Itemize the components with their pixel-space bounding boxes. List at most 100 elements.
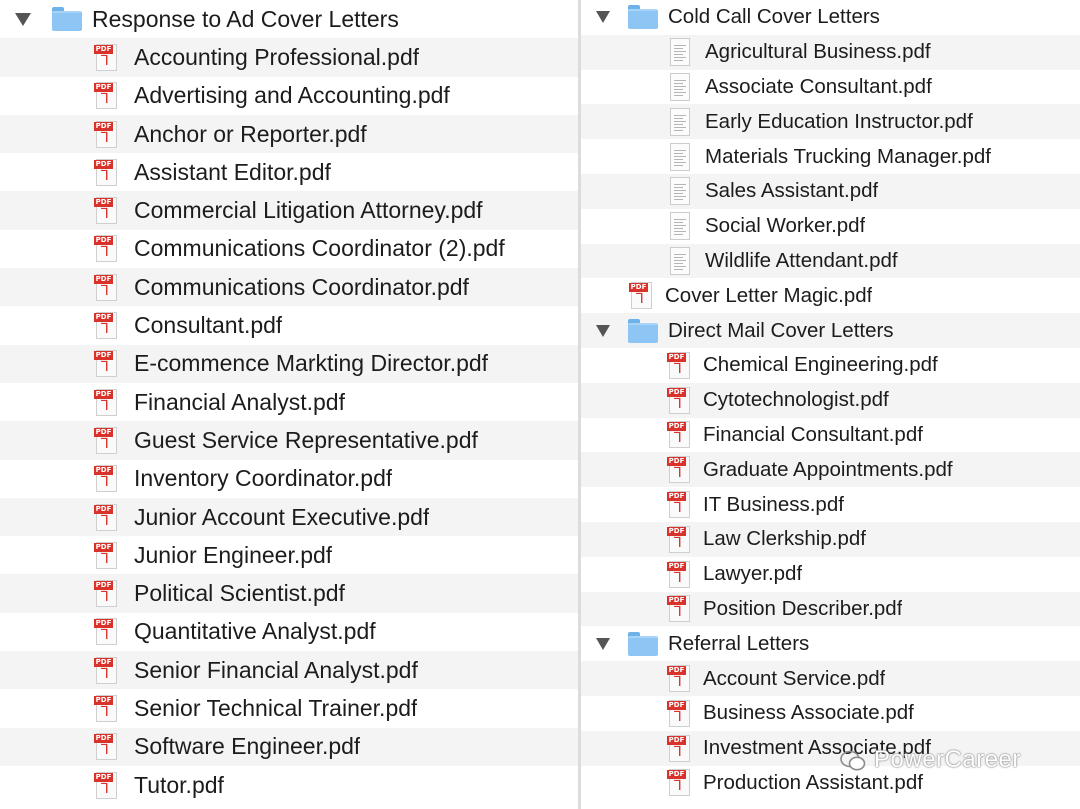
document-file-icon: [669, 38, 691, 67]
document-file-icon: [669, 107, 691, 136]
file-row[interactable]: PDF ⅂ Communications Coordinator.pdf: [0, 268, 578, 307]
file-label: Junior Engineer.pdf: [134, 541, 333, 568]
file-label: Financial Consultant.pdf: [703, 422, 923, 446]
file-row[interactable]: PDF ⅂ Senior Financial Analyst.pdf: [0, 651, 578, 690]
file-label: Guest Service Representative.pdf: [134, 426, 478, 453]
pdf-file-icon: PDF ⅂: [667, 734, 691, 763]
folder-icon: [628, 5, 658, 30]
file-row[interactable]: Social Worker.pdf: [581, 209, 1080, 244]
left-file-rows: PDF ⅂ Accounting Professional.pdf PDF ⅂ Adver…: [0, 38, 578, 804]
file-label: Quantitative Analyst.pdf: [134, 618, 376, 645]
file-row[interactable]: PDF ⅂ Chemical Engineering.pdf: [581, 348, 1080, 383]
file-row[interactable]: Agricultural Business.pdf: [581, 34, 1080, 70]
file-label: Agricultural Business.pdf: [705, 40, 931, 64]
folder-row[interactable]: Cold Call Cover Letters: [581, 0, 1080, 35]
folder-row-response-to-ad[interactable]: Response to Ad Cover Letters: [0, 0, 578, 38]
file-label: Communications Coordinator.pdf: [134, 273, 469, 300]
file-row[interactable]: PDF ⅂ Cover Letter Magic.pdf: [581, 278, 1080, 313]
file-label: Direct Mail Cover Letters: [668, 318, 894, 342]
pdf-file-icon: PDF ⅂: [667, 768, 691, 797]
file-row[interactable]: PDF ⅂ Financial Analyst.pdf: [0, 383, 578, 421]
disclosure-triangle-icon[interactable]: [15, 12, 31, 26]
pdf-file-icon: PDF ⅂: [94, 503, 118, 532]
pdf-file-icon: PDF ⅂: [94, 617, 118, 646]
file-row[interactable]: Associate Consultant.pdf: [581, 70, 1080, 105]
document-file-icon: [669, 72, 691, 101]
file-label: Software Engineer.pdf: [134, 733, 361, 760]
file-row[interactable]: PDF ⅂ Inventory Coordinator.pdf: [0, 460, 578, 498]
pdf-file-icon: PDF ⅂: [94, 694, 118, 723]
file-row[interactable]: PDF ⅂ Assistant Editor.pdf: [0, 153, 578, 191]
pdf-file-icon: PDF ⅂: [94, 579, 118, 608]
file-label: Assistant Editor.pdf: [134, 158, 331, 185]
file-label: Junior Account Executive.pdf: [134, 503, 430, 530]
file-row[interactable]: PDF ⅂ Tutor.pdf: [0, 766, 578, 804]
file-label: Inventory Coordinator.pdf: [134, 465, 393, 492]
file-row[interactable]: PDF ⅂ Law Clerkship.pdf: [581, 521, 1080, 557]
file-row[interactable]: PDF ⅂ Accounting Professional.pdf: [0, 38, 578, 77]
file-label: Position Describer.pdf: [703, 596, 903, 620]
pdf-file-icon: PDF ⅂: [94, 656, 118, 685]
file-label: E-commence Markting Director.pdf: [134, 350, 489, 377]
pdf-file-icon: PDF ⅂: [667, 351, 691, 380]
pdf-file-icon: PDF ⅂: [94, 158, 118, 187]
file-row[interactable]: PDF ⅂ Production Assistant.pdf: [581, 766, 1080, 801]
file-row[interactable]: PDF ⅂ Lawyer.pdf: [581, 557, 1080, 592]
file-row[interactable]: Wildlife Attendant.pdf: [581, 243, 1080, 279]
file-label: Sales Assistant.pdf: [705, 179, 879, 203]
file-row[interactable]: PDF ⅂ Financial Consultant.pdf: [581, 418, 1080, 453]
file-row[interactable]: Sales Assistant.pdf: [581, 173, 1080, 209]
file-label: Communications Coordinator (2).pdf: [134, 235, 505, 262]
file-label: Graduate Appointments.pdf: [703, 457, 953, 481]
file-row[interactable]: PDF ⅂ Cytotechnologist.pdf: [581, 382, 1080, 418]
file-row[interactable]: PDF ⅂ Graduate Appointments.pdf: [581, 452, 1080, 488]
file-row[interactable]: PDF ⅂ Junior Engineer.pdf: [0, 536, 578, 574]
file-row[interactable]: PDF ⅂ Communications Coordinator (2).pdf: [0, 230, 578, 268]
file-row[interactable]: Early Education Instructor.pdf: [581, 104, 1080, 140]
file-row[interactable]: PDF ⅂ Position Describer.pdf: [581, 591, 1080, 627]
file-row[interactable]: PDF ⅂ Software Engineer.pdf: [0, 727, 578, 766]
file-label: Cytotechnologist.pdf: [703, 388, 889, 412]
file-row[interactable]: PDF ⅂ Quantitative Analyst.pdf: [0, 613, 578, 651]
file-label: Business Associate.pdf: [703, 701, 914, 725]
folder-row[interactable]: Direct Mail Cover Letters: [581, 313, 1080, 348]
right-file-list[interactable]: Cold Call Cover Letters Agricultural Busi…: [581, 0, 1080, 809]
file-label: Wildlife Attendant.pdf: [705, 248, 898, 272]
file-row[interactable]: PDF ⅂ Business Associate.pdf: [581, 696, 1080, 731]
file-row[interactable]: PDF ⅂ Advertising and Accounting.pdf: [0, 77, 578, 115]
disclosure-triangle-icon[interactable]: [596, 324, 610, 337]
disclosure-triangle-icon[interactable]: [596, 637, 610, 650]
file-label: Anchor or Reporter.pdf: [134, 120, 367, 147]
pdf-file-icon: PDF ⅂: [94, 541, 118, 570]
file-row[interactable]: PDF ⅂ E-commence Markting Director.pdf: [0, 344, 578, 383]
document-file-icon: [669, 212, 691, 241]
file-row[interactable]: PDF ⅂ Investment Associate.pdf: [581, 730, 1080, 766]
pdf-file-icon: PDF ⅂: [94, 234, 118, 263]
folder-row[interactable]: Referral Letters: [581, 626, 1080, 661]
disclosure-triangle-icon[interactable]: [596, 11, 610, 24]
pdf-file-icon: PDF ⅂: [667, 594, 691, 623]
file-row[interactable]: PDF ⅂ Junior Account Executive.pdf: [0, 497, 578, 537]
file-row[interactable]: Materials Trucking Manager.pdf: [581, 139, 1080, 174]
pdf-file-icon: PDF ⅂: [667, 699, 691, 728]
file-row[interactable]: PDF ⅂ Consultant.pdf: [0, 306, 578, 344]
pdf-file-icon: PDF ⅂: [667, 560, 691, 589]
pdf-file-icon: PDF ⅂: [94, 426, 118, 455]
file-row[interactable]: PDF ⅂ Political Scientist.pdf: [0, 574, 578, 613]
file-row[interactable]: PDF ⅂ IT Business.pdf: [581, 487, 1080, 522]
file-row[interactable]: PDF ⅂ Guest Service Representative.pdf: [0, 421, 578, 460]
left-file-list[interactable]: Response to Ad Cover Letters PDF ⅂ Account…: [0, 0, 578, 809]
file-label: Commercial Litigation Attorney.pdf: [134, 197, 483, 224]
folder-label: Response to Ad Cover Letters: [92, 5, 399, 32]
pdf-file-icon: PDF ⅂: [667, 386, 691, 415]
pdf-file-icon: PDF ⅂: [94, 311, 118, 340]
file-row[interactable]: PDF ⅂ Account Service.pdf: [581, 661, 1080, 696]
document-file-icon: [669, 246, 691, 275]
file-label: Associate Consultant.pdf: [705, 74, 932, 98]
file-row[interactable]: PDF ⅂ Senior Technical Trainer.pdf: [0, 689, 578, 727]
file-row[interactable]: PDF ⅂ Commercial Litigation Attorney.pdf: [0, 191, 578, 230]
file-label: IT Business.pdf: [703, 492, 844, 516]
pdf-file-icon: PDF ⅂: [94, 81, 118, 110]
file-row[interactable]: PDF ⅂ Anchor or Reporter.pdf: [0, 114, 578, 154]
pdf-file-icon: PDF ⅂: [667, 490, 691, 519]
